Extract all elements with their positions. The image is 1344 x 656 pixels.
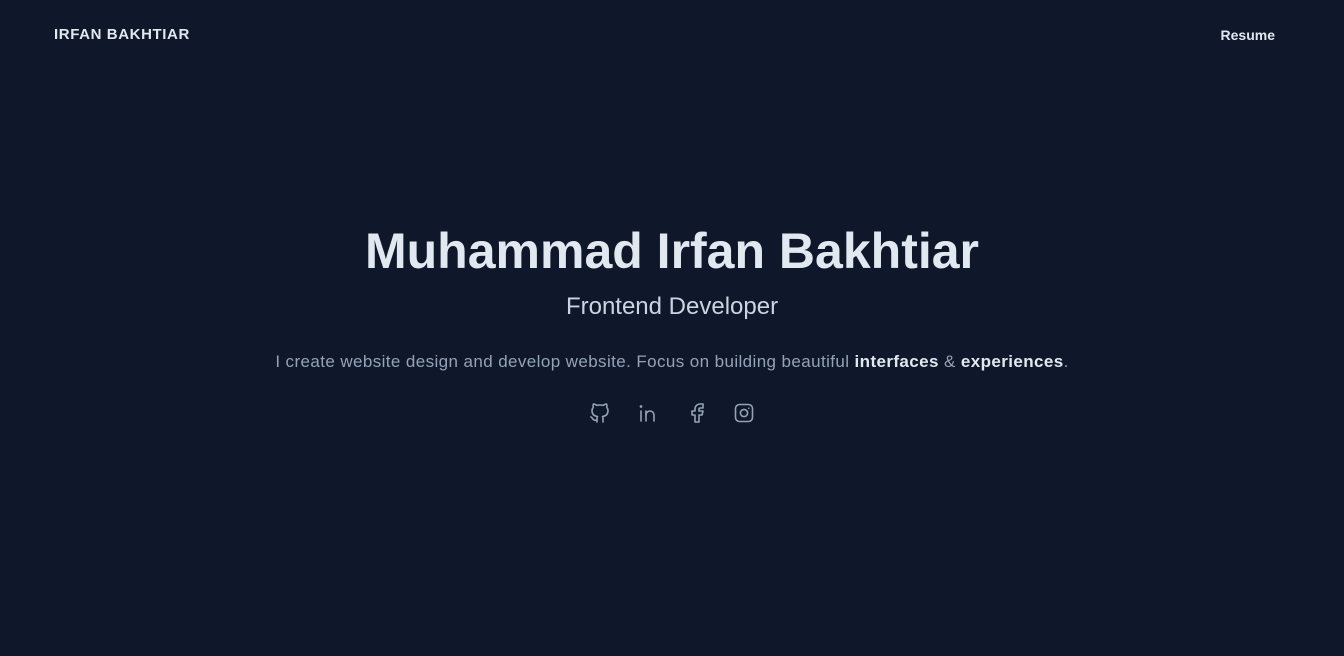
- instagram-link[interactable]: [731, 400, 757, 426]
- hero-name: Muhammad Irfan Bakhtiar: [364, 223, 979, 279]
- hero-role: Frontend Developer: [565, 293, 779, 320]
- facebook-icon: [691, 403, 704, 423]
- hero-section: Muhammad Irfan Bakhtiar Frontend Develop…: [0, 220, 1344, 426]
- tagline-prefix: I create website design and develop webs…: [275, 352, 855, 371]
- instagram-icon: [734, 403, 754, 423]
- tagline-suffix: .: [1063, 352, 1069, 371]
- top-nav: IRFAN BAKHTIAR Resume: [0, 0, 1344, 72]
- github-link[interactable]: [587, 400, 613, 426]
- linkedin-icon: [639, 405, 655, 422]
- linkedin-link[interactable]: [635, 400, 661, 426]
- tagline-joiner: &: [938, 352, 961, 371]
- github-icon: [590, 403, 609, 423]
- tagline-highlight-experiences: experiences: [960, 352, 1064, 371]
- tagline-highlight-interfaces: interfaces: [854, 352, 939, 371]
- resume-link[interactable]: Resume: [1221, 27, 1275, 43]
- social-links: [0, 400, 1344, 426]
- brand-link[interactable]: IRFAN BAKHTIAR: [54, 26, 190, 43]
- facebook-link[interactable]: [683, 400, 709, 426]
- hero-tagline: I create website design and develop webs…: [0, 350, 1344, 374]
